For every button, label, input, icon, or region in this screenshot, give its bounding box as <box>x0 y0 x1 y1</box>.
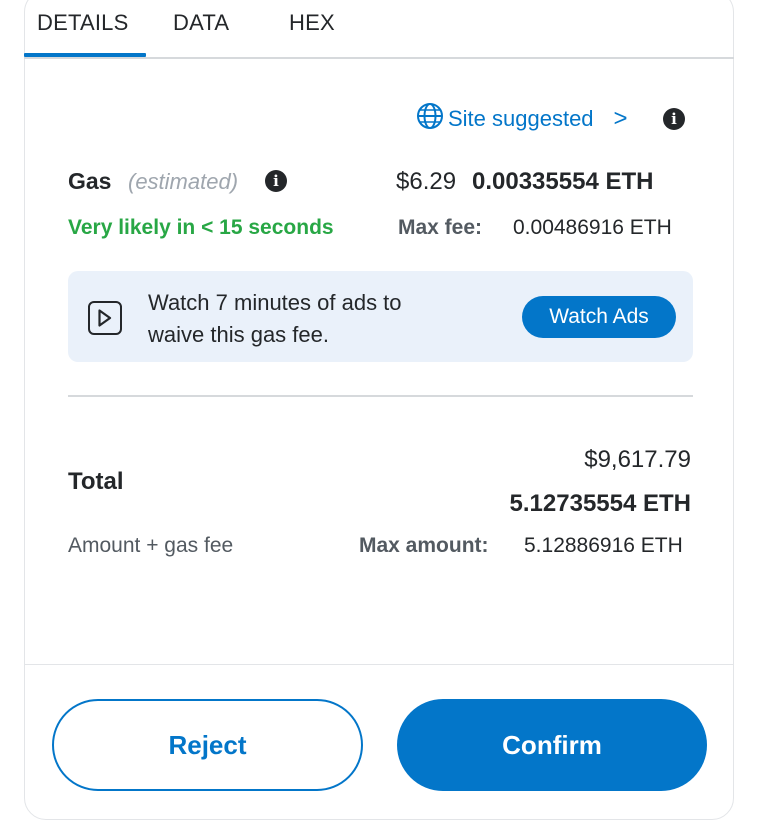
amount-plus-gas-label: Amount + gas fee <box>68 534 234 557</box>
max-amount-value: 5.12886916 ETH <box>524 534 683 557</box>
chevron-right-icon: > <box>613 105 628 132</box>
globe-icon <box>416 102 444 136</box>
ads-banner: Watch 7 minutes of ads to waive this gas… <box>68 271 693 362</box>
info-icon[interactable]: i <box>663 108 685 130</box>
ads-message: Watch 7 minutes of ads to waive this gas… <box>148 287 402 351</box>
gas-fee-eth: 0.00335554 ETH <box>472 168 654 195</box>
site-suggested-label: Site suggested <box>448 106 594 131</box>
total-eth: 5.12735554 ETH <box>509 490 691 517</box>
gas-info-icon[interactable]: i <box>265 170 287 192</box>
tab-bar: DETAILS DATA HEX <box>0 0 759 60</box>
total-usd: $9,617.79 <box>584 446 691 473</box>
tabs-divider <box>24 57 734 59</box>
total-label: Total <box>68 468 124 495</box>
confirm-button[interactable]: Confirm <box>397 699 707 791</box>
gas-estimated-label: (estimated) <box>128 169 239 194</box>
gas-label: Gas <box>68 168 112 194</box>
tab-hex[interactable]: HEX <box>289 10 335 36</box>
max-amount-label: Max amount: <box>359 534 489 557</box>
footer-divider <box>24 664 734 665</box>
reject-button[interactable]: Reject <box>52 699 363 791</box>
section-divider <box>68 395 693 397</box>
max-fee-value: 0.00486916 ETH <box>513 216 672 239</box>
play-icon <box>88 301 122 335</box>
tab-details[interactable]: DETAILS <box>37 10 128 36</box>
gas-speed-estimate: Very likely in < 15 seconds <box>68 216 334 239</box>
watch-ads-button[interactable]: Watch Ads <box>522 296 676 338</box>
site-suggested-link[interactable]: Site suggested > <box>416 103 628 135</box>
gas-fee-usd: $6.29 <box>396 168 457 195</box>
ads-message-line2: waive this gas fee. <box>148 322 329 347</box>
tab-data[interactable]: DATA <box>173 10 229 36</box>
max-fee-label: Max fee: <box>398 216 483 239</box>
ads-message-line1: Watch 7 minutes of ads to <box>148 290 402 315</box>
